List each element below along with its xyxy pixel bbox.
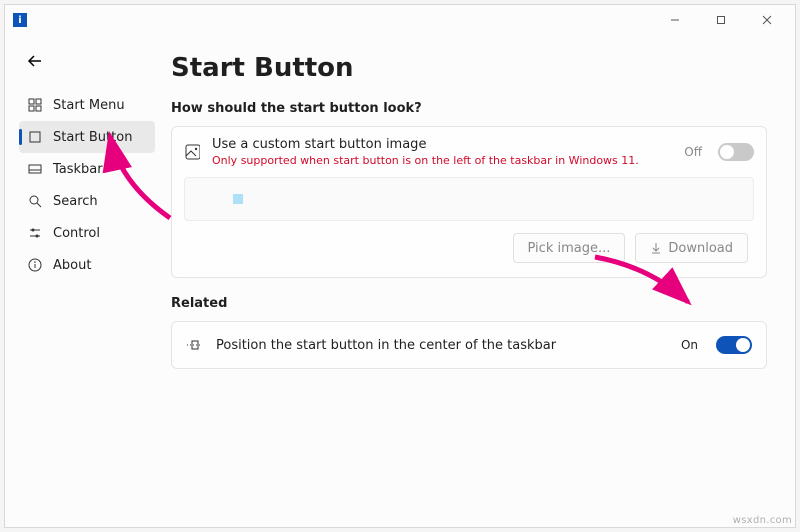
minimize-button[interactable]: [655, 6, 695, 34]
button-row: Pick image... Download: [184, 221, 754, 263]
nav-item-search[interactable]: Search: [19, 185, 155, 217]
grid-icon: [27, 97, 43, 113]
maximize-button[interactable]: [701, 6, 741, 34]
taskbar-icon: [27, 161, 43, 177]
nav-item-control[interactable]: Control: [19, 217, 155, 249]
close-button[interactable]: [747, 6, 787, 34]
center-position-icon: [186, 337, 202, 353]
center-start-toggle[interactable]: [716, 336, 752, 354]
search-icon: [27, 193, 43, 209]
custom-image-card: Use a custom start button image Only sup…: [171, 126, 767, 278]
sliders-icon: [27, 225, 43, 241]
nav-label: About: [53, 258, 91, 273]
back-arrow-icon: [26, 52, 44, 70]
nav-item-start-menu[interactable]: Start Menu: [19, 89, 155, 121]
custom-image-title: Use a custom start button image: [212, 137, 672, 152]
nav-label: Taskbar: [53, 162, 103, 177]
nav-label: Search: [53, 194, 98, 209]
titlebar: i: [5, 5, 795, 35]
square-icon: [27, 129, 43, 145]
nav-item-taskbar[interactable]: Taskbar: [19, 153, 155, 185]
image-preview[interactable]: [184, 177, 754, 221]
nav-label: Start Menu: [53, 98, 125, 113]
app-icon-letter: i: [18, 15, 21, 26]
app-icon: i: [13, 13, 27, 27]
content-area: Start Menu Start Button Taskbar Search: [5, 35, 795, 527]
center-start-card: Position the start button in the center …: [171, 321, 767, 369]
custom-image-text: Use a custom start button image Only sup…: [212, 137, 672, 167]
nav-rail: Start Menu Start Button Taskbar Search: [5, 35, 161, 527]
info-icon: [27, 257, 43, 273]
pick-image-label: Pick image...: [528, 241, 611, 256]
custom-image-supporting: Only supported when start button is on t…: [212, 154, 672, 167]
nav-label: Start Button: [53, 130, 132, 145]
nav-label: Control: [53, 226, 100, 241]
nav-item-start-button[interactable]: Start Button: [19, 121, 155, 153]
download-button[interactable]: Download: [635, 233, 748, 263]
watermark: wsxdn.com: [733, 515, 792, 526]
image-icon: [184, 144, 200, 160]
nav-item-about[interactable]: About: [19, 249, 155, 281]
main-content: Start Button How should the start button…: [161, 35, 795, 527]
app-window: i Start Menu: [4, 4, 796, 528]
center-start-toggle-label: On: [681, 338, 698, 352]
close-icon: [762, 15, 772, 25]
section-label: How should the start button look?: [171, 101, 767, 116]
page-title: Start Button: [171, 53, 767, 83]
custom-image-toggle-label: Off: [684, 145, 702, 159]
download-icon: [650, 242, 662, 254]
preview-swatch: [233, 194, 243, 204]
pick-image-button[interactable]: Pick image...: [513, 233, 626, 263]
custom-image-toggle[interactable]: [718, 143, 754, 161]
related-label: Related: [171, 296, 767, 311]
center-start-text: Position the start button in the center …: [216, 338, 667, 353]
minimize-icon: [670, 15, 680, 25]
back-button[interactable]: [21, 47, 49, 75]
maximize-icon: [716, 15, 726, 25]
download-label: Download: [668, 241, 733, 256]
